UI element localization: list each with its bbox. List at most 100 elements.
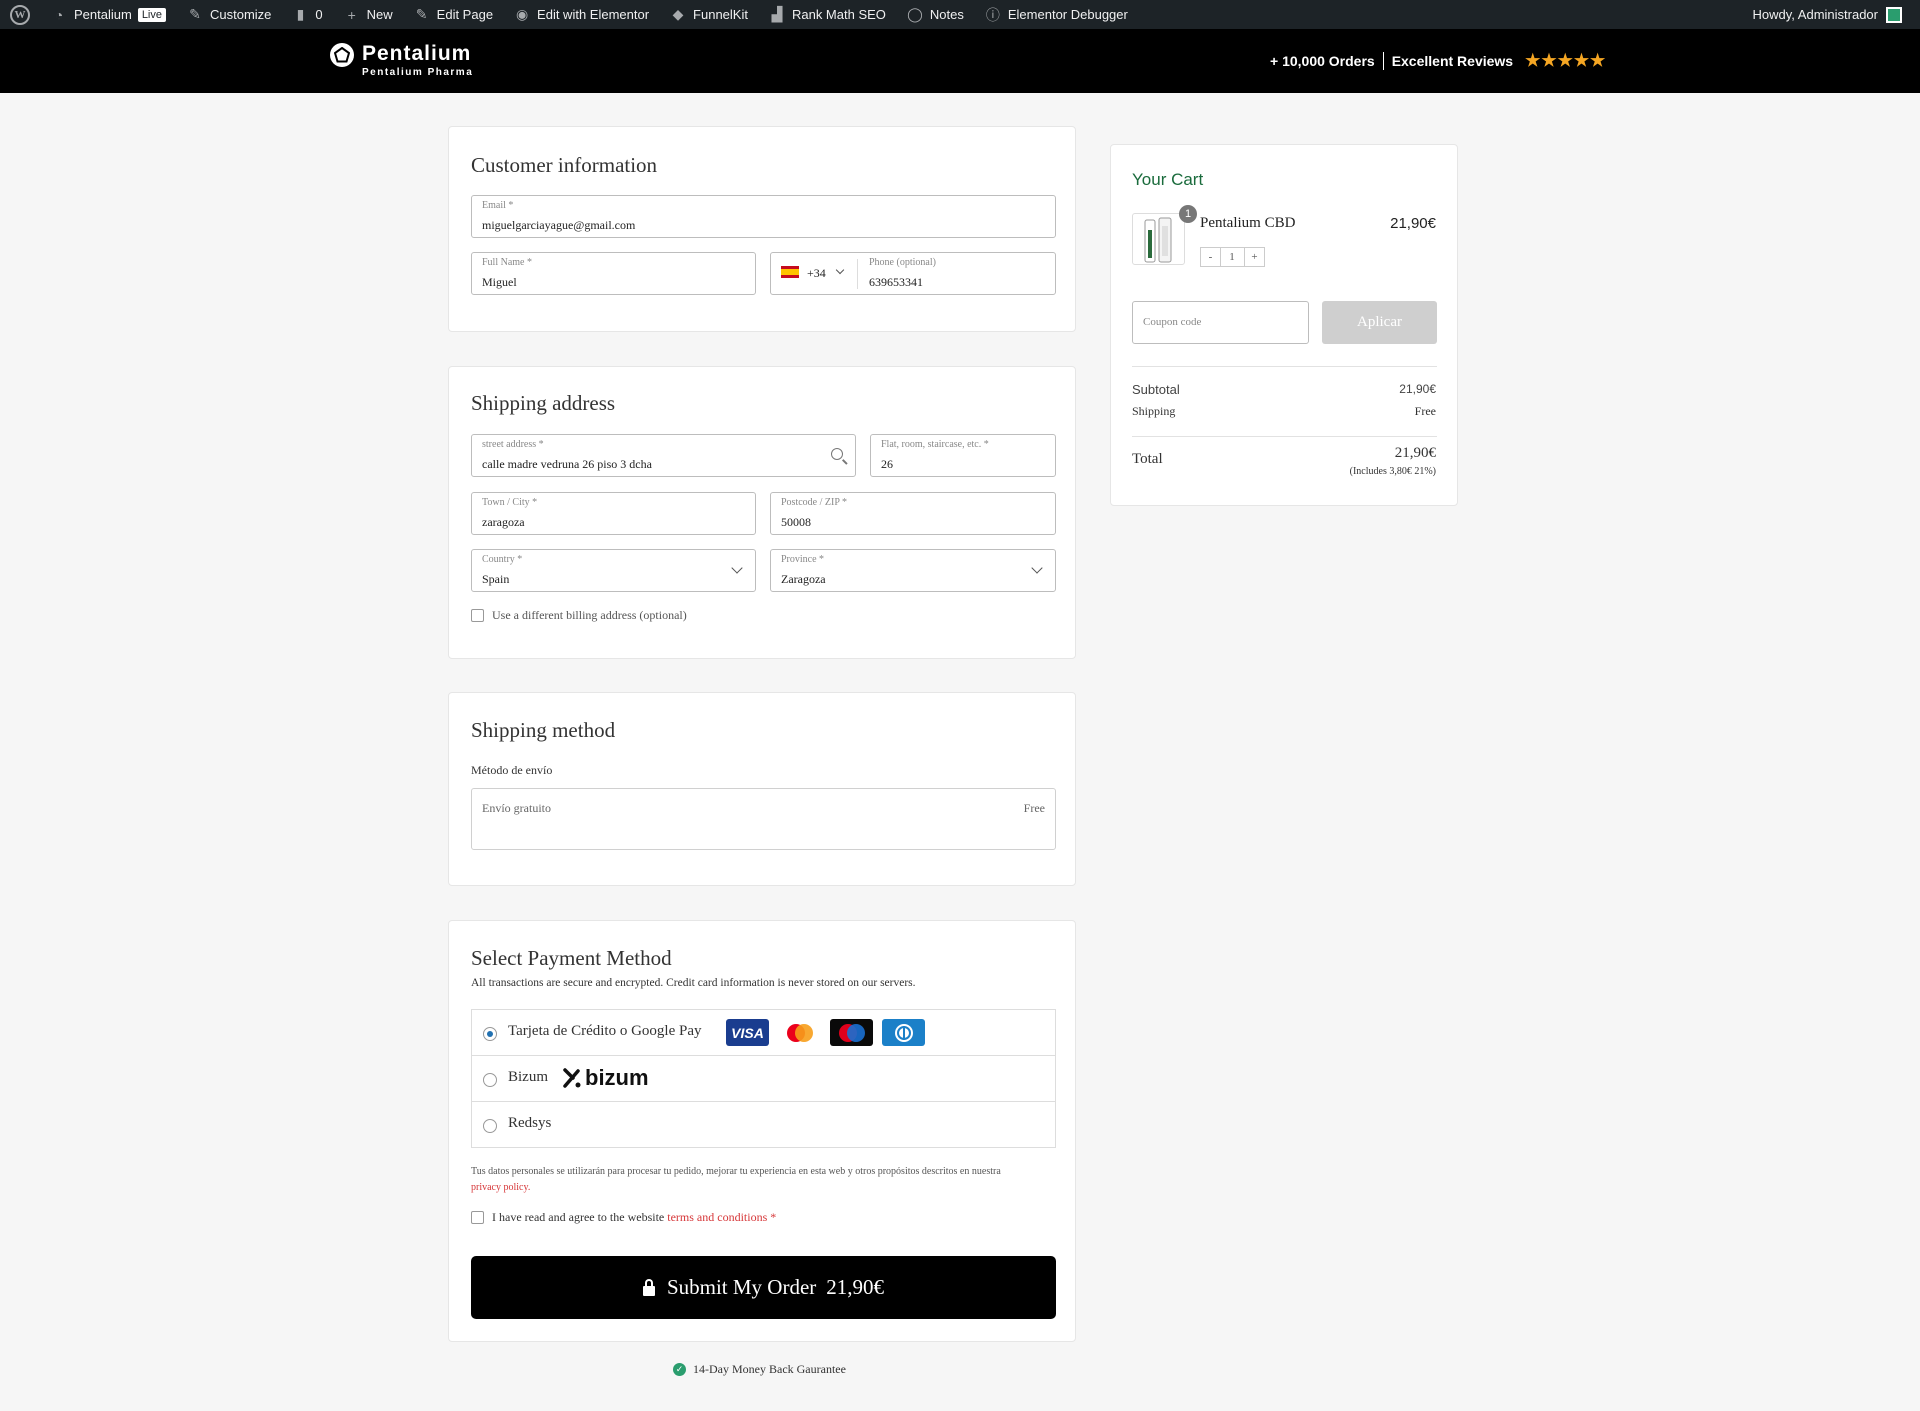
edit-elementor-label: Edit with Elementor xyxy=(537,7,650,22)
country-code[interactable]: +34 xyxy=(807,266,826,281)
phone-value: 639653341 xyxy=(869,275,923,289)
province-select[interactable]: Province * Zaragoza xyxy=(770,549,1056,592)
rankmath-menu[interactable]: ▟ Rank Math SEO xyxy=(758,0,896,29)
section-title: Shipping address xyxy=(471,391,616,415)
funnelkit-icon: ◆ xyxy=(672,6,684,22)
quantity-increase-button[interactable]: + xyxy=(1244,247,1265,267)
pencil-icon: ✎ xyxy=(415,6,428,22)
site-name-menu[interactable]: ◔ Pentalium Live xyxy=(40,0,176,29)
total-label: Total xyxy=(1132,451,1163,467)
shipping-option[interactable]: Envío gratuito Free xyxy=(471,788,1056,850)
dashboard-icon: ◔ xyxy=(54,6,64,23)
radio-card[interactable] xyxy=(483,1027,497,1041)
chevron-down-icon xyxy=(1031,562,1043,574)
subtotal-label: Subtotal xyxy=(1132,382,1180,397)
street-address-field[interactable]: street address * calle madre vedruna 26 … xyxy=(471,434,856,477)
notes-label: Notes xyxy=(929,7,964,22)
site-header: Pentalium Pentalium Pharma + 10,000 Orde… xyxy=(0,29,1920,93)
trust-badges: + 10,000 Orders Excellent Reviews ★★★★★ xyxy=(1270,51,1606,71)
privacy-policy-link[interactable]: privacy policy. xyxy=(471,1182,530,1193)
funnelkit-label: FunnelKit xyxy=(693,7,748,22)
pentagon-icon xyxy=(330,43,354,67)
diners-logo-icon xyxy=(882,1019,925,1046)
street-value: calle madre vedruna 26 piso 3 dcha xyxy=(482,457,652,471)
shipping-address-card: Shipping address street address * calle … xyxy=(448,366,1076,659)
debugger-menu[interactable]: ⓘ Elementor Debugger xyxy=(974,0,1138,29)
email-label: Email * xyxy=(482,200,514,211)
chevron-down-icon[interactable] xyxy=(835,265,845,275)
rankmath-label: Rank Math SEO xyxy=(791,7,886,22)
full-name-field[interactable]: Full Name * Miguel xyxy=(471,252,756,295)
shipping-value: Free xyxy=(1414,404,1436,418)
lock-icon xyxy=(642,1278,655,1296)
phone-field[interactable]: +34 Phone (optional) 639653341 xyxy=(770,252,1056,295)
submit-label: Submit My Order xyxy=(666,1275,817,1299)
money-back-guarantee: ✓ 14-Day Money Back Gaurantee xyxy=(673,1362,846,1377)
account-menu[interactable]: Howdy, Administrador xyxy=(1753,6,1920,23)
brush-icon: ✎ xyxy=(189,6,201,22)
divider xyxy=(1132,436,1437,437)
shipping-method-subtitle: Método de envío xyxy=(471,763,553,777)
payment-subtitle: All transactions are secure and encrypte… xyxy=(471,977,916,989)
postcode-field[interactable]: Postcode / ZIP * 50008 xyxy=(770,492,1056,535)
quantity-input[interactable]: 1 xyxy=(1220,247,1244,267)
edit-elementor-link[interactable]: ◉ Edit with Elementor xyxy=(503,0,659,29)
full-name-label: Full Name * xyxy=(482,257,532,268)
billing-address-checkbox[interactable] xyxy=(471,609,484,622)
section-title: Customer information xyxy=(471,153,658,177)
payment-option-label: Tarjeta de Crédito o Google Pay xyxy=(508,1023,702,1039)
divider xyxy=(1382,52,1384,70)
comment-icon: ▮ xyxy=(296,6,305,22)
city-value: zaragoza xyxy=(482,515,525,529)
submit-order-button[interactable]: Submit My Order 21,90€ xyxy=(471,1256,1056,1319)
terms-link[interactable]: terms and conditions xyxy=(667,1210,767,1224)
country-select[interactable]: Country * Spain xyxy=(471,549,756,592)
maestro-logo-icon xyxy=(830,1019,873,1046)
subtotal-value: 21,90€ xyxy=(1399,382,1436,396)
terms-checkbox[interactable] xyxy=(471,1211,484,1224)
notes-link[interactable]: ◯ Notes xyxy=(896,0,974,29)
flat-field[interactable]: Flat, room, staircase, etc. * 26 xyxy=(870,434,1056,477)
shipping-method-card: Shipping method Método de envío Envío gr… xyxy=(448,692,1076,886)
comments-link[interactable]: ▮ 0 xyxy=(281,0,332,29)
search-icon xyxy=(831,448,843,460)
payment-card: Select Payment Method All transactions a… xyxy=(448,920,1076,1342)
spain-flag-icon[interactable] xyxy=(781,266,799,278)
debugger-label: Elementor Debugger xyxy=(1007,7,1128,22)
country-value: Spain xyxy=(482,572,510,586)
site-logo[interactable]: Pentalium Pentalium Pharma xyxy=(330,43,473,78)
privacy-text: Tus datos personales se utilizarán para … xyxy=(471,1166,1001,1177)
site-name: Pentalium xyxy=(74,7,132,22)
edit-page-link[interactable]: ✎ Edit Page xyxy=(403,0,503,29)
radio-redsys[interactable] xyxy=(483,1119,497,1133)
email-field[interactable]: Email * miguelgarciayague@gmail.com xyxy=(471,195,1056,238)
coupon-input[interactable]: Coupon code xyxy=(1132,301,1309,344)
payment-option-card[interactable]: Tarjeta de Crédito o Google Pay VISA xyxy=(471,1009,1056,1056)
apply-coupon-button[interactable]: Aplicar xyxy=(1322,301,1437,344)
privacy-notice: Tus datos personales se utilizarán para … xyxy=(471,1164,1056,1196)
divider xyxy=(857,259,858,289)
item-count-badge: 1 xyxy=(1179,205,1197,223)
cart-item-price: 21,90€ xyxy=(1390,215,1436,232)
flat-label: Flat, room, staircase, etc. * xyxy=(881,439,989,450)
postcode-label: Postcode / ZIP * xyxy=(781,497,848,508)
shipping-option-price: Free xyxy=(1023,801,1045,815)
product-image[interactable] xyxy=(1132,213,1185,265)
flat-value: 26 xyxy=(881,457,893,471)
payment-option-bizum[interactable]: Bizum bizum xyxy=(471,1055,1056,1102)
payment-option-redsys[interactable]: Redsys xyxy=(471,1101,1056,1148)
city-field[interactable]: Town / City * zaragoza xyxy=(471,492,756,535)
wp-admin-bar: W ◔ Pentalium Live ✎ Customize ▮ 0 + New ✎ E… xyxy=(0,0,1920,29)
billing-address-label[interactable]: Use a different billing address (optiona… xyxy=(492,608,687,623)
country-label: Country * xyxy=(482,554,523,565)
new-content-menu[interactable]: + New xyxy=(333,0,403,29)
postcode-value: 50008 xyxy=(781,515,811,529)
wp-logo-menu[interactable]: W xyxy=(0,0,40,29)
city-label: Town / City * xyxy=(482,497,538,508)
customize-link[interactable]: ✎ Customize xyxy=(176,0,281,29)
funnelkit-menu[interactable]: ◆ FunnelKit xyxy=(659,0,758,29)
quantity-decrease-button[interactable]: - xyxy=(1200,247,1221,267)
mastercard-logo-icon xyxy=(778,1019,821,1046)
payment-option-label: Bizum xyxy=(508,1069,548,1085)
radio-bizum[interactable] xyxy=(483,1073,497,1087)
